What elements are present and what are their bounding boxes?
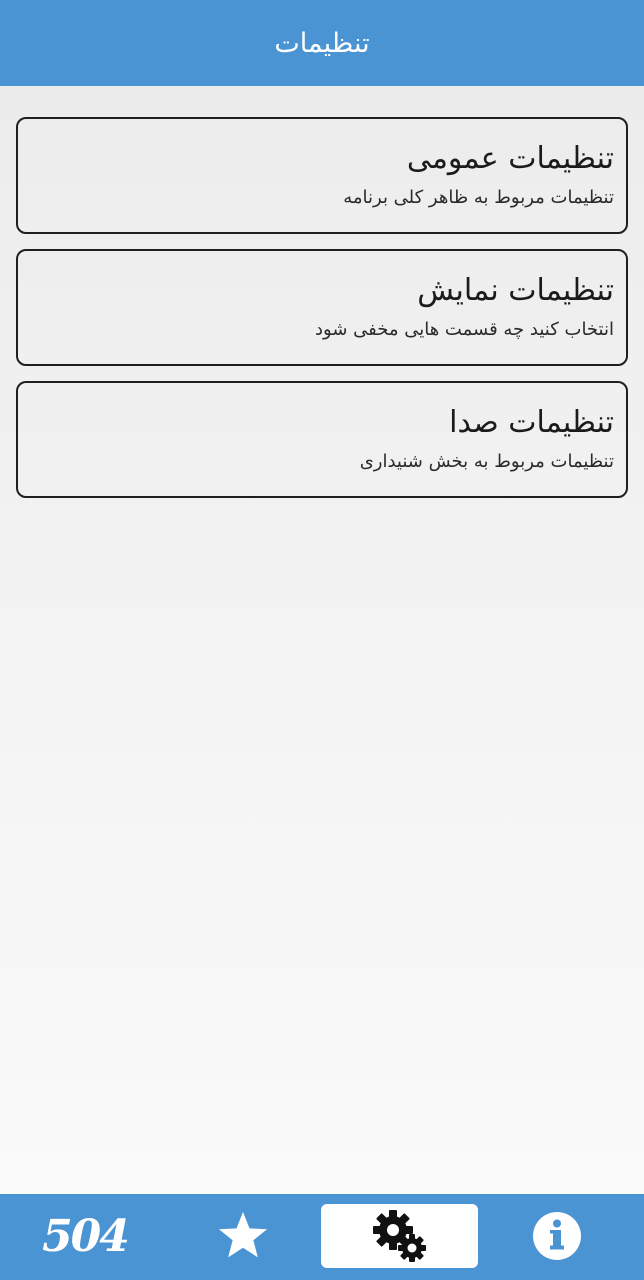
favorites-button[interactable] xyxy=(200,1204,286,1268)
card-title: تنظیمات نمایش xyxy=(417,273,614,308)
words-504-button[interactable]: 504 xyxy=(30,1204,140,1268)
general-settings-card[interactable]: تنظیمات عمومی تنظیمات مربوط به ظاهر کلی … xyxy=(16,117,628,234)
words-504-icon: 504 xyxy=(42,1210,130,1262)
info-icon xyxy=(533,1212,581,1260)
card-subtitle: تنظیمات مربوط به ظاهر کلی برنامه xyxy=(343,187,614,208)
bottom-navigation: 504 xyxy=(0,1194,644,1280)
star-icon xyxy=(218,1211,268,1258)
sound-settings-card[interactable]: تنظیمات صدا تنظیمات مربوط به بخش شنیداری xyxy=(16,381,628,498)
info-button[interactable] xyxy=(514,1204,600,1268)
card-subtitle: انتخاب کنید چه قسمت هایی مخفی شود xyxy=(315,319,614,340)
display-settings-card[interactable]: تنظیمات نمایش انتخاب کنید چه قسمت هایی م… xyxy=(16,249,628,366)
card-title: تنظیمات عمومی xyxy=(406,141,614,176)
card-subtitle: تنظیمات مربوط به بخش شنیداری xyxy=(359,451,614,472)
card-title: تنظیمات صدا xyxy=(449,405,614,440)
gears-icon xyxy=(372,1210,426,1262)
settings-tab-button[interactable] xyxy=(321,1204,478,1268)
settings-list: تنظیمات عمومی تنظیمات مربوط به ظاهر کلی … xyxy=(16,117,628,513)
page-title: تنظیمات xyxy=(274,27,370,59)
app-header: تنظیمات xyxy=(0,0,644,86)
